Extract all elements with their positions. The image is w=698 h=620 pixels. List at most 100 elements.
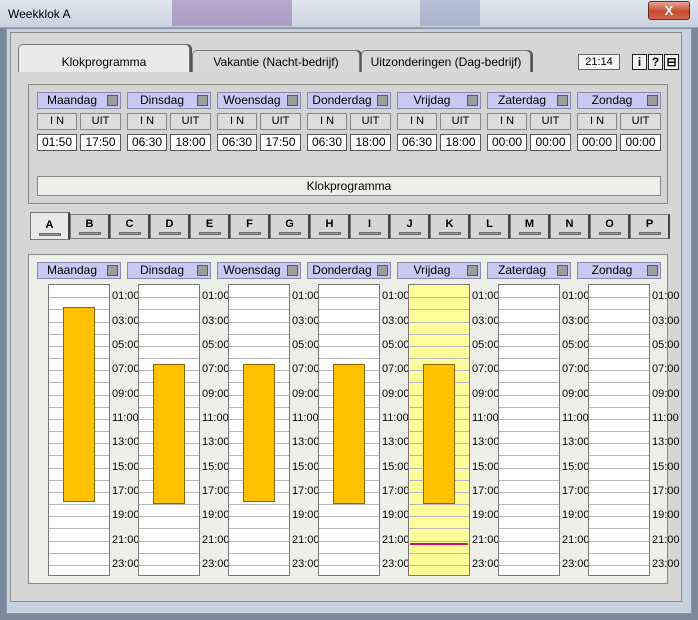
day-toggle-checkbox[interactable] xyxy=(647,95,658,106)
day-header-maandag[interactable]: Maandag xyxy=(37,92,121,109)
day-schedule-column[interactable] xyxy=(498,284,560,576)
schedule-day-header-zondag[interactable]: Zondag xyxy=(577,262,661,279)
in-button[interactable]: I N xyxy=(397,113,437,130)
letter-tab-p[interactable]: P xyxy=(630,214,670,239)
day-toggle-checkbox[interactable] xyxy=(107,265,118,276)
day-toggle-checkbox[interactable] xyxy=(377,265,388,276)
tab-uitzonderingen[interactable]: Uitzonderingen (Dag-bedrijf) xyxy=(361,50,531,72)
info-icon[interactable]: i xyxy=(632,54,647,70)
out-button[interactable]: UIT xyxy=(530,113,571,130)
letter-tab-k[interactable]: K xyxy=(430,214,470,239)
hour-label: 05:00 xyxy=(562,338,590,351)
day-toggle-checkbox[interactable] xyxy=(557,265,568,276)
day-header-label: Zondag xyxy=(591,93,633,107)
schedule-day-header-maandag[interactable]: Maandag xyxy=(37,262,121,279)
day-header-vrijdag[interactable]: Vrijdag xyxy=(397,92,481,109)
out-button[interactable]: UIT xyxy=(260,113,301,130)
schedule-day-header-donderdag[interactable]: Donderdag xyxy=(307,262,391,279)
day-header-dinsdag[interactable]: Dinsdag xyxy=(127,92,211,109)
schedule-day-header-vrijdag[interactable]: Vrijdag xyxy=(397,262,481,279)
day-toggle-checkbox[interactable] xyxy=(107,95,118,106)
hour-label: 07:00 xyxy=(382,363,410,376)
letter-tab-n[interactable]: N xyxy=(550,214,590,239)
day-header-zondag[interactable]: Zondag xyxy=(577,92,661,109)
out-time-field[interactable]: 17:50 xyxy=(260,134,301,151)
letter-tab-f[interactable]: F xyxy=(230,214,270,239)
hour-label: 17:00 xyxy=(382,484,410,497)
day-header-woensdag[interactable]: Woensdag xyxy=(217,92,301,109)
hour-slot-line xyxy=(319,504,379,505)
in-time-field[interactable]: 00:00 xyxy=(487,134,527,151)
letter-tab-i[interactable]: I xyxy=(350,214,390,239)
schedule-day-header-zaterdag[interactable]: Zaterdag xyxy=(487,262,571,279)
out-time-field[interactable]: 18:00 xyxy=(170,134,211,151)
day-schedule-column[interactable] xyxy=(588,284,650,576)
letter-tab-c[interactable]: C xyxy=(110,214,150,239)
schedule-day-header-dinsdag[interactable]: Dinsdag xyxy=(127,262,211,279)
in-button[interactable]: I N xyxy=(307,113,347,130)
day-toggle-checkbox[interactable] xyxy=(557,95,568,106)
day-schedule-column[interactable] xyxy=(318,284,380,576)
in-button[interactable]: I N xyxy=(37,113,77,130)
letter-tab-h[interactable]: H xyxy=(310,214,350,239)
day-toggle-checkbox[interactable] xyxy=(467,95,478,106)
letter-tab-e[interactable]: E xyxy=(190,214,230,239)
letter-tab-a[interactable]: A xyxy=(30,212,70,240)
in-button[interactable]: I N xyxy=(577,113,617,130)
hour-slot-line xyxy=(499,370,559,371)
out-time-field[interactable]: 18:00 xyxy=(350,134,391,151)
day-toggle-checkbox[interactable] xyxy=(467,265,478,276)
schedule-day-header-woensdag[interactable]: Woensdag xyxy=(217,262,301,279)
letter-tab-j[interactable]: J xyxy=(390,214,430,239)
day-header-zaterdag[interactable]: Zaterdag xyxy=(487,92,571,109)
day-toggle-checkbox[interactable] xyxy=(197,95,208,106)
day-toggle-checkbox[interactable] xyxy=(377,95,388,106)
tab-klokprogramma[interactable]: Klokprogramma xyxy=(18,44,190,72)
in-time-field[interactable]: 06:30 xyxy=(307,134,347,151)
letter-tab-l[interactable]: L xyxy=(470,214,510,239)
out-button[interactable]: UIT xyxy=(350,113,391,130)
out-button[interactable]: UIT xyxy=(440,113,481,130)
out-button[interactable]: UIT xyxy=(170,113,211,130)
tab-vakantie[interactable]: Vakantie (Nacht-bedrijf) xyxy=(192,50,360,72)
day-schedule-column[interactable] xyxy=(408,284,470,576)
program-button[interactable]: Klokprogramma xyxy=(37,176,661,196)
letter-tab-label: O xyxy=(605,218,614,230)
help-icon[interactable]: ? xyxy=(648,54,663,70)
day-toggle-checkbox[interactable] xyxy=(287,265,298,276)
in-time-field[interactable]: 06:30 xyxy=(397,134,437,151)
day-schedule-column[interactable] xyxy=(48,284,110,576)
in-time-field[interactable]: 01:50 xyxy=(37,134,77,151)
hour-label: 13:00 xyxy=(202,436,230,449)
in-time-field[interactable]: 06:30 xyxy=(127,134,167,151)
out-time-field[interactable]: 00:00 xyxy=(530,134,571,151)
hour-slot-line xyxy=(589,541,649,542)
day-toggle-checkbox[interactable] xyxy=(287,95,298,106)
window-icon[interactable]: ⊟ xyxy=(664,54,679,70)
day-toggle-checkbox[interactable] xyxy=(197,265,208,276)
out-time-field[interactable]: 00:00 xyxy=(620,134,661,151)
letter-tab-m[interactable]: M xyxy=(510,214,550,239)
letter-tab-b[interactable]: B xyxy=(70,214,110,239)
close-button[interactable]: X xyxy=(648,1,690,20)
in-button[interactable]: I N xyxy=(487,113,527,130)
letter-tab-d[interactable]: D xyxy=(150,214,190,239)
hour-slot-line xyxy=(49,528,109,529)
out-button[interactable]: UIT xyxy=(620,113,661,130)
in-time-field[interactable]: 00:00 xyxy=(577,134,617,151)
out-button[interactable]: UIT xyxy=(80,113,121,130)
in-button[interactable]: I N xyxy=(217,113,257,130)
in-time-field[interactable]: 06:30 xyxy=(217,134,257,151)
letter-tab-o[interactable]: O xyxy=(590,214,630,239)
letter-tab-g[interactable]: G xyxy=(270,214,310,239)
out-time-field[interactable]: 17:50 xyxy=(80,134,121,151)
hour-slot-line xyxy=(49,504,109,505)
hour-label: 07:00 xyxy=(472,363,500,376)
in-button[interactable]: I N xyxy=(127,113,167,130)
day-schedule-column[interactable] xyxy=(138,284,200,576)
day-header-donderdag[interactable]: Donderdag xyxy=(307,92,391,109)
day-toggle-checkbox[interactable] xyxy=(647,265,658,276)
out-time-field[interactable]: 18:00 xyxy=(440,134,481,151)
hour-label: 01:00 xyxy=(202,290,230,303)
day-schedule-column[interactable] xyxy=(228,284,290,576)
